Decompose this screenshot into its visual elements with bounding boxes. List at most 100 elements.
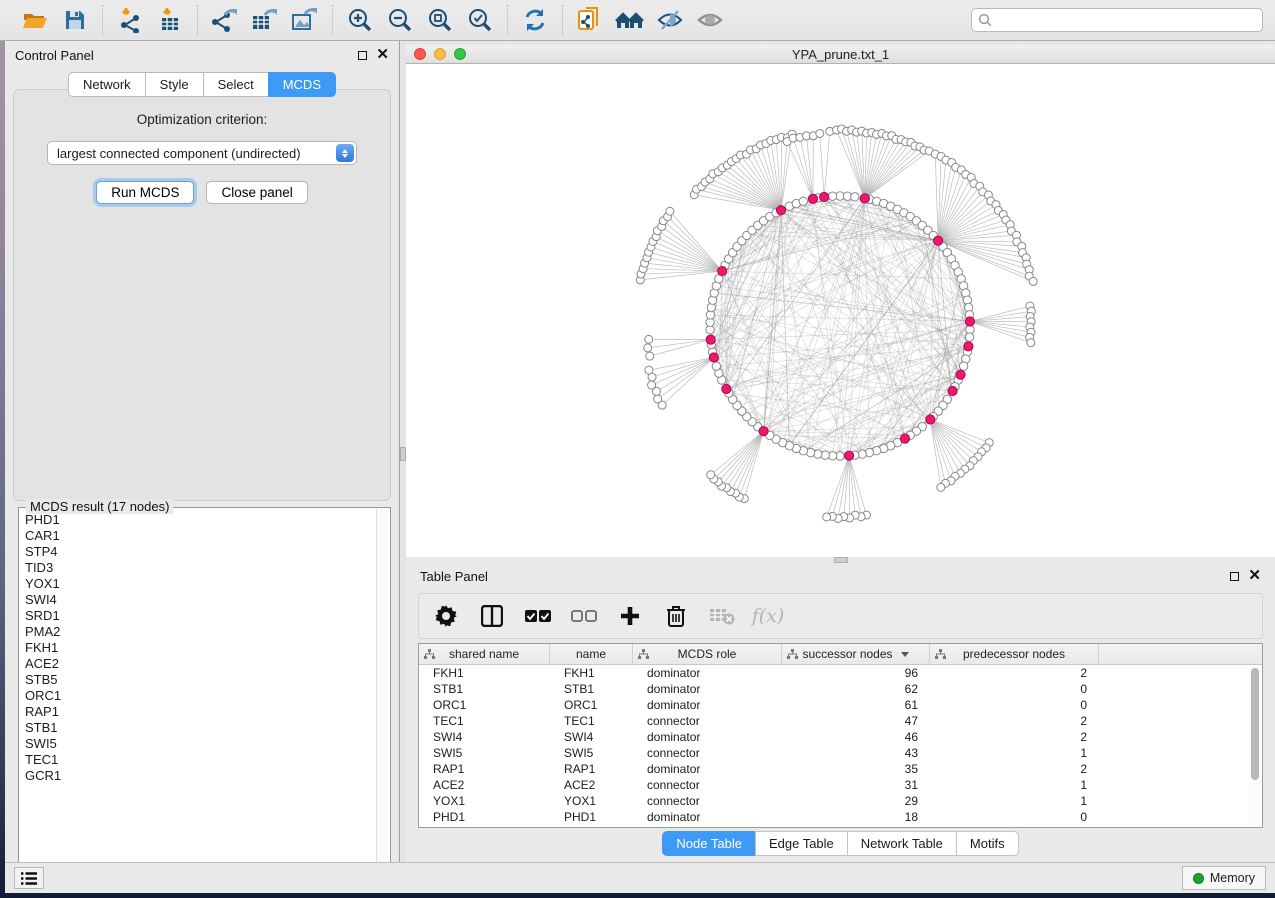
table-cell: 2 xyxy=(930,729,1099,745)
mcds-node-item[interactable]: CAR1 xyxy=(25,528,374,544)
import-network-button[interactable] xyxy=(113,4,147,36)
mcds-node-item[interactable]: STP4 xyxy=(25,544,374,560)
delete-table-button[interactable] xyxy=(709,607,735,625)
toggle-columns-button[interactable] xyxy=(479,605,505,627)
float-panel-icon[interactable] xyxy=(358,51,367,60)
import-table-button[interactable] xyxy=(153,4,187,36)
mcds-node-item[interactable]: STB1 xyxy=(25,720,374,736)
birds-eye-view-icon xyxy=(615,8,645,32)
table-panel: Table Panel ✕ xyxy=(406,563,1275,862)
mcds-node-item[interactable]: FKH1 xyxy=(25,640,374,656)
zoom-selected-icon xyxy=(467,7,493,33)
zoom-in-button[interactable] xyxy=(343,4,377,36)
tab-edge-table[interactable]: Edge Table xyxy=(755,831,847,856)
table-options-gear-button[interactable] xyxy=(433,605,459,627)
table-cell: RAP1 xyxy=(550,761,633,777)
clone-network-button[interactable] xyxy=(573,4,607,36)
tab-node-table[interactable]: Node Table xyxy=(662,831,755,856)
zoom-in-icon xyxy=(347,7,373,33)
open-session-button[interactable] xyxy=(18,4,52,36)
table-row[interactable]: SWI4SWI4dominator462 xyxy=(419,729,1262,745)
mcds-node-item[interactable]: SWI5 xyxy=(25,736,374,752)
table-scrollbar-thumb[interactable] xyxy=(1251,668,1259,780)
mcds-node-item[interactable]: SWI4 xyxy=(25,592,374,608)
show-panel-button[interactable] xyxy=(693,4,727,36)
tab-network[interactable]: Network xyxy=(68,72,145,97)
mcds-node-item[interactable]: PMA2 xyxy=(25,624,374,640)
zoom-selected-button[interactable] xyxy=(463,4,497,36)
criterion-select[interactable]: largest connected component (undirected) xyxy=(47,141,357,165)
table-row[interactable]: FKH1FKH1dominator962 xyxy=(419,665,1262,681)
column-header-mcds-role[interactable]: MCDS role xyxy=(633,644,782,664)
table-row[interactable]: SWI5SWI5connector431 xyxy=(419,745,1262,761)
mcds-node-item[interactable]: GCR1 xyxy=(25,768,374,784)
select-all-checkboxes-button[interactable] xyxy=(525,609,551,623)
table-cell: 31 xyxy=(782,777,930,793)
tab-style[interactable]: Style xyxy=(145,72,203,97)
mcds-node-item[interactable]: ACE2 xyxy=(25,656,374,672)
birds-eye-view-button[interactable] xyxy=(613,4,647,36)
table-cell: dominator xyxy=(633,697,782,713)
tab-mcds[interactable]: MCDS xyxy=(268,72,336,97)
table-row[interactable]: RAP1RAP1dominator352 xyxy=(419,761,1262,777)
network-canvas[interactable] xyxy=(406,64,1275,557)
mcds-node-item[interactable]: TID3 xyxy=(25,560,374,576)
fx-icon: f(x) xyxy=(752,605,785,627)
mcds-node-item[interactable]: PHD1 xyxy=(25,512,374,528)
zoom-fit-icon xyxy=(427,7,453,33)
deselect-all-checkboxes-button[interactable] xyxy=(571,609,597,623)
table-row[interactable]: ORC1ORC1dominator610 xyxy=(419,697,1262,713)
export-network-button[interactable] xyxy=(208,4,242,36)
mcds-node-item[interactable]: TEC1 xyxy=(25,752,374,768)
table-row[interactable]: STB1STB1dominator620 xyxy=(419,681,1262,697)
delete-column-button[interactable] xyxy=(663,605,689,627)
run-mcds-button[interactable]: Run MCDS xyxy=(96,181,194,204)
mcds-result-scrollbar[interactable] xyxy=(376,509,389,877)
mcds-node-item[interactable]: YOX1 xyxy=(25,576,374,592)
table-cell: 1 xyxy=(930,793,1099,809)
float-panel-icon[interactable] xyxy=(1230,572,1239,581)
function-builder-button[interactable]: f(x) xyxy=(755,605,781,627)
zoom-out-button[interactable] xyxy=(383,4,417,36)
column-header-successor-nodes[interactable]: successor nodes xyxy=(782,644,930,664)
hide-panel-button[interactable] xyxy=(653,4,687,36)
table-row[interactable]: PHD1PHD1dominator180 xyxy=(419,809,1262,825)
table-row[interactable]: TEC1TEC1connector472 xyxy=(419,713,1262,729)
unchecked-boxes-icon xyxy=(571,609,597,623)
memory-button[interactable]: Memory xyxy=(1182,866,1266,890)
plus-icon xyxy=(620,606,640,626)
export-table-button[interactable] xyxy=(248,4,282,36)
table-row[interactable]: YOX1YOX1connector291 xyxy=(419,793,1262,809)
node-table-body: FKH1FKH1dominator962STB1STB1dominator620… xyxy=(419,665,1262,825)
list-icon xyxy=(21,872,37,885)
save-session-button[interactable] xyxy=(58,4,92,36)
network-window-titlebar[interactable]: YPA_prune.txt_1 xyxy=(406,45,1275,64)
close-panel-icon[interactable]: ✕ xyxy=(376,50,389,60)
mcds-result-list[interactable]: PHD1CAR1STP4TID3YOX1SWI4SRD1PMA2FKH1ACE2… xyxy=(25,512,374,876)
column-header-shared-name[interactable]: shared name xyxy=(419,644,550,664)
close-panel-icon[interactable]: ✕ xyxy=(1248,571,1261,581)
mcds-node-item[interactable]: STB5 xyxy=(25,672,374,688)
search-input[interactable] xyxy=(971,8,1263,32)
table-row[interactable]: ACE2ACE2connector311 xyxy=(419,777,1262,793)
column-header-predecessor-nodes[interactable]: predecessor nodes xyxy=(930,644,1099,664)
mcds-node-item[interactable]: ORC1 xyxy=(25,688,374,704)
zoom-fit-button[interactable] xyxy=(423,4,457,36)
task-history-button[interactable] xyxy=(14,867,44,889)
table-cell: 2 xyxy=(930,761,1099,777)
close-panel-button[interactable]: Close panel xyxy=(206,181,307,204)
tab-select[interactable]: Select xyxy=(203,72,268,97)
tab-network-table[interactable]: Network Table xyxy=(847,831,956,856)
refresh-view-button[interactable] xyxy=(518,4,552,36)
export-image-button[interactable] xyxy=(288,4,322,36)
export-image-icon xyxy=(291,7,319,33)
add-column-button[interactable] xyxy=(617,606,643,626)
mcds-node-item[interactable]: SRD1 xyxy=(25,608,374,624)
tab-motifs[interactable]: Motifs xyxy=(956,831,1019,856)
table-scrollbar[interactable] xyxy=(1249,666,1261,826)
table-cell: dominator xyxy=(633,809,782,825)
mcds-node-item[interactable]: RAP1 xyxy=(25,704,374,720)
node-table[interactable]: shared namenameMCDS rolesuccessor nodesp… xyxy=(418,643,1263,828)
table-cell: 0 xyxy=(930,809,1099,825)
column-header-name[interactable]: name xyxy=(550,644,633,664)
